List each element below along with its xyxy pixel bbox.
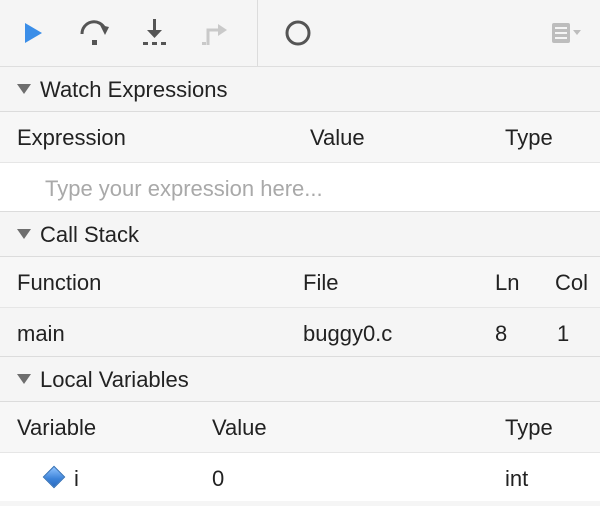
watch-expression-input[interactable]: Type your expression here... [45,176,323,202]
column-file[interactable]: File [303,270,338,296]
callstack-row[interactable]: main buggy0.c 8 1 [0,308,600,357]
step-into-icon [143,19,166,45]
column-function[interactable]: Function [17,270,101,296]
section-title: Call Stack [40,222,140,247]
continue-icon [25,23,42,43]
collapse-triangle-icon[interactable] [17,84,31,94]
variable-diamond-icon [42,465,66,489]
watch-column-header: Expression Value Type [0,112,600,163]
step-into-button[interactable] [138,16,174,50]
cell-value: 0 [212,466,225,491]
cell-file: buggy0.c [303,321,393,346]
column-type[interactable]: Type [505,125,553,151]
cell-variable: i [74,466,79,491]
column-col[interactable]: Col [555,270,588,296]
record-button[interactable] [280,16,316,50]
step-over-icon [80,20,109,45]
cell-function: main [17,321,65,346]
options-menu-button[interactable] [550,16,586,50]
locals-column-header: Variable Value Type [0,402,600,453]
section-title: Watch Expressions [40,77,228,102]
menu-icon [552,23,581,43]
local-variables-header[interactable]: Local Variables [0,357,600,402]
column-value[interactable]: Value [212,415,267,441]
callstack-column-header: Function File Ln Col [0,257,600,308]
column-ln[interactable]: Ln [495,270,519,296]
debugger-toolbar [0,0,600,67]
step-out-button[interactable] [198,16,234,50]
step-out-icon [202,24,227,45]
collapse-triangle-icon[interactable] [17,229,31,239]
cell-ln: 8 [495,321,508,346]
collapse-triangle-icon[interactable] [17,374,31,384]
column-type[interactable]: Type [505,415,553,441]
locals-row[interactable]: i 0 int [0,453,600,501]
record-icon [285,20,311,46]
column-variable[interactable]: Variable [17,415,96,441]
section-title: Local Variables [40,367,189,392]
cell-type: int [505,466,529,491]
call-stack-header[interactable]: Call Stack [0,212,600,257]
watch-input-row[interactable]: Type your expression here... [0,163,600,212]
column-value[interactable]: Value [310,125,365,151]
watch-expressions-header[interactable]: Watch Expressions [0,67,600,112]
cell-col: 1 [557,321,570,346]
column-expression[interactable]: Expression [17,125,126,151]
continue-button[interactable] [18,16,54,50]
step-over-button[interactable] [78,16,114,50]
toolbar-separator [257,0,258,66]
